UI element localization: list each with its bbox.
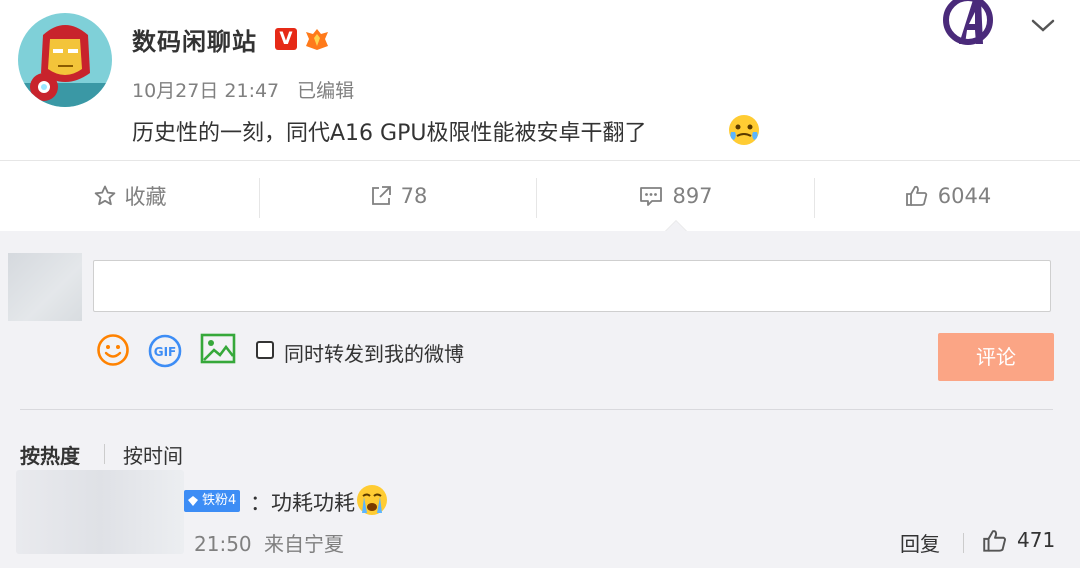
comment-pointer-fill: [666, 221, 686, 231]
post-meta: 10月27日 21:47 已编辑: [132, 76, 372, 103]
fan-level-label: 铁粉4: [202, 493, 237, 508]
sort-divider: [104, 444, 105, 464]
like-button[interactable]: 6044: [815, 161, 1080, 231]
repost-checkbox[interactable]: [256, 341, 274, 359]
chevron-down-icon[interactable]: [1030, 14, 1056, 36]
current-user-avatar[interactable]: [8, 253, 82, 321]
post-content: 历史性的一刻，同代A16 GPU极限性能被安卓干翻了: [132, 121, 647, 146]
comment-text: ：功耗功耗: [250, 491, 355, 515]
verified-badge[interactable]: V: [275, 28, 297, 50]
emoji-icon[interactable]: [96, 333, 130, 367]
avengers-badge-icon[interactable]: [939, 0, 997, 48]
commenter-blurred-area[interactable]: [16, 470, 184, 554]
star-icon: [94, 185, 115, 206]
comment-time: 21:50: [194, 532, 252, 556]
fan-badge-icon[interactable]: [303, 26, 331, 52]
reply-button[interactable]: 回复: [900, 528, 940, 557]
image-icon[interactable]: [200, 333, 236, 365]
fan-level-badge[interactable]: 铁粉4: [184, 490, 241, 512]
author-name[interactable]: 数码闲聊站: [132, 22, 257, 57]
favorite-button[interactable]: 收藏: [0, 161, 259, 231]
comment-input[interactable]: [93, 260, 1051, 312]
comment-location: 来自宁夏: [264, 532, 344, 556]
repost-count: 78: [400, 184, 428, 208]
reply-divider: [963, 533, 964, 553]
author-avatar[interactable]: [18, 13, 112, 107]
crying-emoji-icon: [355, 483, 389, 517]
comment-count: 897: [672, 184, 713, 208]
gif-icon[interactable]: GIF: [147, 333, 183, 369]
comment-icon: [640, 187, 663, 206]
post-action-bar: 收藏 78 897 6044: [0, 160, 1080, 232]
thumbs-up-icon[interactable]: [981, 528, 1009, 554]
sort-by-hot-tab[interactable]: 按热度: [20, 440, 80, 469]
comment-like-count[interactable]: 471: [1017, 528, 1055, 552]
svg-text:GIF: GIF: [154, 345, 177, 359]
comment-meta: 21:50 来自宁夏: [194, 528, 350, 557]
composer-divider: [20, 409, 1053, 410]
like-count: 6044: [937, 184, 992, 208]
diamond-icon: [188, 496, 198, 506]
favorite-label: 收藏: [124, 185, 167, 209]
post-timestamp[interactable]: 10月27日 21:47: [132, 80, 279, 102]
share-icon: [371, 186, 391, 205]
repost-checkbox-label[interactable]: 同时转发到我的微博: [284, 338, 464, 367]
thumbs-up-icon: [905, 185, 927, 206]
edited-label[interactable]: 已编辑: [297, 80, 354, 102]
nervous-emoji-icon: [727, 112, 761, 146]
repost-button[interactable]: 78: [260, 161, 536, 231]
submit-comment-button[interactable]: 评论: [938, 333, 1054, 381]
sort-by-time-tab[interactable]: 按时间: [123, 440, 183, 469]
